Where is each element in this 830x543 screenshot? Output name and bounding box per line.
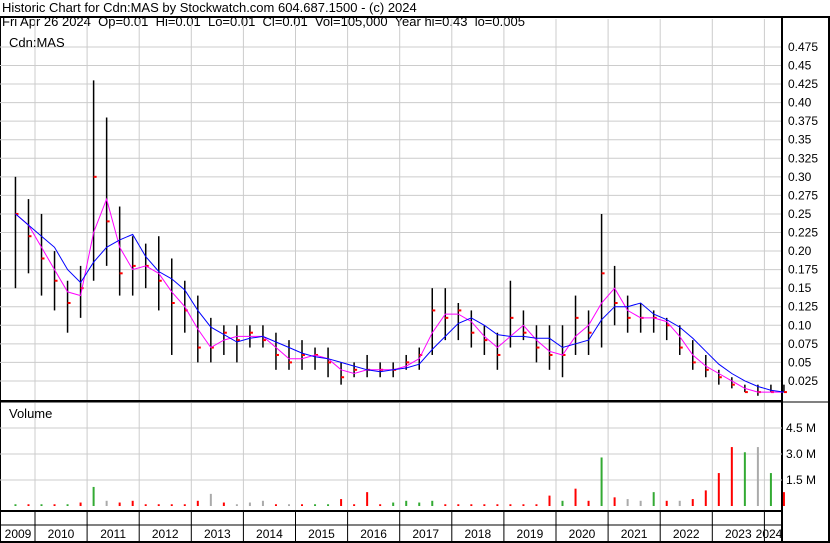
price-tick-label: 0.40 (788, 96, 812, 110)
year-label: 2019 (517, 527, 544, 541)
price-tick-label: 0.125 (788, 300, 818, 314)
year-label: 2011 (100, 527, 126, 541)
price-tick-label: 0.275 (788, 188, 818, 202)
year-label: 2022 (673, 527, 700, 541)
year-label: 2013 (204, 527, 231, 541)
volume-label: Volume (9, 406, 52, 421)
price-tick-label: 0.30 (788, 170, 812, 184)
chart-canvas: 0.025 0.05 0.075 0.10 0.125 0.15 0.175 0.20 0.22… (0, 16, 830, 543)
price-tick-label: 0.10 (788, 318, 812, 332)
year-label: 2018 (464, 527, 491, 541)
price-tick-label: 0.075 (788, 337, 818, 351)
year-label: 2012 (152, 527, 179, 541)
price-tick-label: 0.175 (788, 263, 818, 277)
price-tick-label: 0.45 (788, 59, 812, 73)
year-label: 2016 (360, 527, 387, 541)
year-label: 2014 (256, 527, 283, 541)
volume-tick-label: 4.5 M (786, 421, 816, 435)
volume-tick-label: 1.5 M (786, 473, 816, 487)
price-tick-label: 0.25 (788, 207, 812, 221)
symbol-label: Cdn:MAS (9, 35, 65, 50)
volume-tick-label: 3.0 M (786, 447, 816, 461)
year-label: 2020 (569, 527, 596, 541)
year-label: 2010 (48, 527, 75, 541)
price-tick-label: 0.35 (788, 133, 812, 147)
price-tick-label: 0.225 (788, 226, 818, 240)
price-tick-label: 0.475 (788, 40, 818, 54)
price-tick-label: 0.20 (788, 244, 812, 258)
year-label: 2015 (308, 527, 335, 541)
year-label: 2017 (412, 527, 439, 541)
price-tick-label: 0.025 (788, 374, 818, 388)
year-label: 2024 (756, 527, 783, 541)
price-tick-label: 0.325 (788, 151, 818, 165)
price-tick-label: 0.425 (788, 77, 818, 91)
price-tick-label: 0.375 (788, 114, 818, 128)
year-label: 2023 (725, 527, 752, 541)
year-label: 2021 (621, 527, 648, 541)
year-label: 2009 (5, 527, 32, 541)
price-tick-label: 0.15 (788, 281, 812, 295)
chart-border (0, 16, 830, 543)
price-tick-label: 0.05 (788, 355, 812, 369)
stock-chart: Historic Chart for Cdn:MAS by Stockwatch… (0, 0, 830, 543)
